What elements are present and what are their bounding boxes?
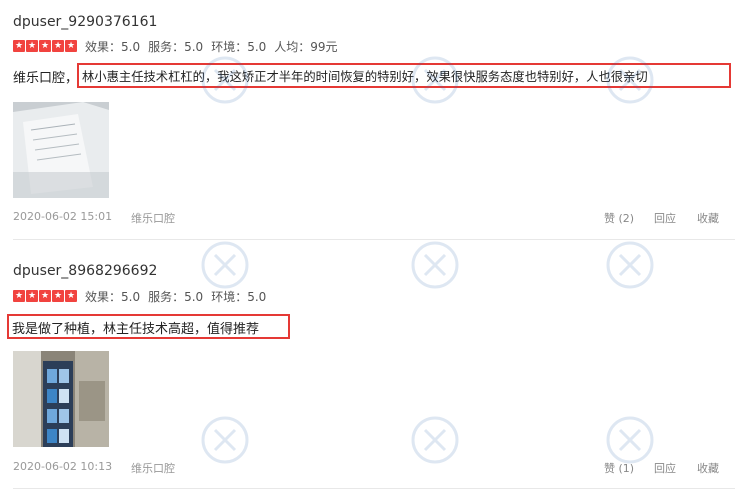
star-rating: ★ ★ ★ ★ ★ xyxy=(13,40,77,52)
review-photo[interactable] xyxy=(13,351,109,447)
review-username[interactable]: dpuser_8968296692 xyxy=(13,263,157,279)
watermark-logo-icon xyxy=(411,241,459,289)
like-button[interactable]: 赞 (1) xyxy=(604,460,634,476)
watermark-logo-icon xyxy=(201,416,249,464)
star-icon: ★ xyxy=(39,290,51,302)
star-icon: ★ xyxy=(26,40,38,52)
review-content: 林小惠主任技术杠杠的，我这矫正才半年的时间恢复的特别好，效果很快服务态度也特别好… xyxy=(82,70,648,84)
star-icon: ★ xyxy=(39,40,51,52)
star-icon: ★ xyxy=(65,40,77,52)
review-shop-name[interactable]: 维乐口腔 xyxy=(131,460,175,476)
rating-service: 服务：5.0 xyxy=(148,289,204,304)
review-username[interactable]: dpuser_9290376161 xyxy=(13,14,157,30)
rating-environment: 环境：5.0 xyxy=(211,39,267,54)
star-rating: ★ ★ ★ ★ ★ xyxy=(13,290,77,302)
reply-button[interactable]: 回应 xyxy=(654,460,676,476)
review-date: 2020-06-02 10:13 xyxy=(13,460,113,473)
review-content-prefix: 维乐口腔， xyxy=(13,71,79,86)
watermark-logo-icon xyxy=(411,416,459,464)
review-divider xyxy=(13,239,735,240)
rating-environment: 环境：5.0 xyxy=(211,289,267,304)
rating-effect: 效果：5.0 xyxy=(85,39,141,54)
rating-line: ★ ★ ★ ★ ★ 效果：5.0 服务：5.0 环境：5.0 人均：99元 xyxy=(13,39,346,54)
review-photo[interactable] xyxy=(13,102,109,198)
watermark-logo-icon xyxy=(606,241,654,289)
star-icon: ★ xyxy=(13,290,25,302)
reply-button[interactable]: 回应 xyxy=(654,210,676,226)
star-icon: ★ xyxy=(13,40,25,52)
rating-effect: 效果：5.0 xyxy=(85,289,141,304)
rating-service: 服务：5.0 xyxy=(148,39,204,54)
favorite-button[interactable]: 收藏 xyxy=(697,210,719,226)
like-button[interactable]: 赞 (2) xyxy=(604,210,634,226)
review-shop-name[interactable]: 维乐口腔 xyxy=(131,210,175,226)
rating-per-person: 人均：99元 xyxy=(274,39,338,54)
review-date: 2020-06-02 15:01 xyxy=(13,210,113,223)
watermark-logo-icon xyxy=(201,241,249,289)
star-icon: ★ xyxy=(52,40,64,52)
star-icon: ★ xyxy=(52,290,64,302)
star-icon: ★ xyxy=(26,290,38,302)
favorite-button[interactable]: 收藏 xyxy=(697,460,719,476)
review-content: 我是做了种植，林主任技术高超，值得推荐 xyxy=(12,322,260,337)
rating-line: ★ ★ ★ ★ ★ 效果：5.0 服务：5.0 环境：5.0 xyxy=(13,289,274,304)
star-icon: ★ xyxy=(65,290,77,302)
